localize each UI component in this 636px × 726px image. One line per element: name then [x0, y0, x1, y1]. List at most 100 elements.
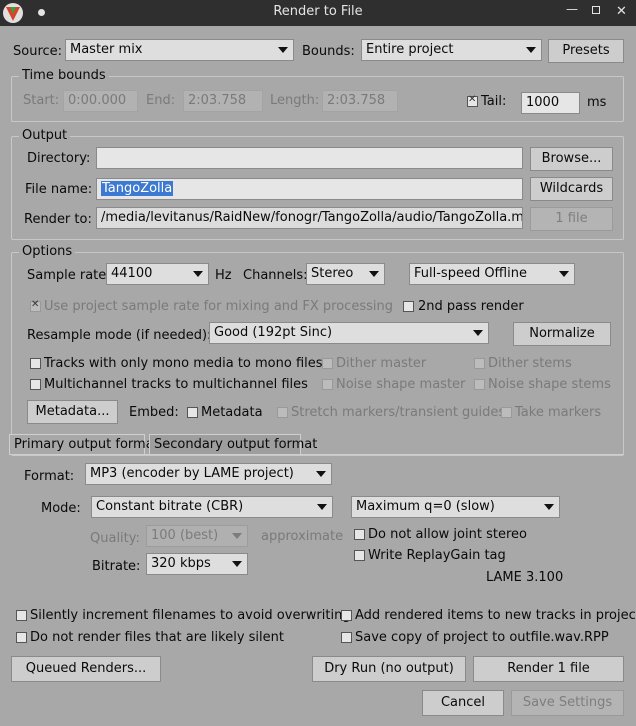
source-label: Source: [13, 44, 63, 59]
dither-master-checkbox[interactable] [322, 358, 333, 369]
channels-select[interactable]: Stereo [306, 263, 385, 285]
joint-stereo-checkbox[interactable] [354, 529, 365, 540]
source-select[interactable]: Master mix [65, 39, 294, 61]
chevron-down-icon [473, 330, 483, 336]
wildcards-button[interactable]: Wildcards [530, 177, 613, 201]
directory-field[interactable] [96, 147, 523, 169]
dither-master-label: Dither master [336, 356, 427, 371]
length-label: Length: [270, 93, 320, 108]
chevron-down-icon [316, 471, 326, 477]
bitrate-value: 320 kbps [151, 556, 211, 571]
chevron-down-icon [317, 504, 327, 510]
tab-divider [9, 454, 624, 455]
bitrate-select[interactable]: 320 kbps [146, 553, 248, 575]
quality-preset-select[interactable]: Maximum q=0 (slow) [351, 496, 560, 518]
tail-checkbox[interactable] [467, 94, 478, 107]
mode-label: Mode: [41, 501, 81, 516]
multichannel-checkbox[interactable] [30, 379, 41, 390]
source-value: Master mix [70, 42, 143, 57]
dry-run-button[interactable]: Dry Run (no output) [312, 656, 466, 682]
end-field[interactable]: 2:03.758 [183, 90, 263, 112]
chevron-down-icon [544, 504, 554, 510]
close-icon[interactable]: ✕ [616, 4, 627, 19]
joint-stereo-label: Do not allow joint stereo [368, 527, 527, 542]
multichannel-label: Multichannel tracks to multichannel file… [44, 377, 308, 392]
files-button[interactable]: 1 file [530, 207, 613, 231]
embed-stretch-checkbox[interactable] [277, 407, 288, 418]
silently-increment-label: Silently increment filenames to avoid ov… [30, 608, 351, 623]
channels-label: Channels: [243, 268, 308, 283]
second-pass-checkbox[interactable] [403, 301, 414, 312]
tail-field[interactable]: 1000 [521, 92, 580, 114]
approximate-label: approximate [261, 529, 344, 544]
normalize-button[interactable]: Normalize [513, 322, 611, 346]
tab-primary-output[interactable]: Primary output format [9, 434, 159, 454]
mode-value: Constant bitrate (CBR) [96, 499, 244, 514]
embed-metadata-checkbox[interactable] [187, 407, 198, 418]
filename-field[interactable]: TangoZolla [96, 178, 523, 200]
filename-label: File name: [25, 182, 93, 197]
render-speed-select[interactable]: Full-speed Offline [409, 263, 575, 285]
noise-master-checkbox[interactable] [322, 379, 333, 390]
render-speed-value: Full-speed Offline [414, 266, 527, 281]
quality-value: 100 (best) [151, 528, 219, 543]
sample-rate-value: 44100 [111, 266, 153, 281]
mono-tracks-checkbox[interactable] [30, 358, 41, 369]
lame-version: LAME 3.100 [486, 570, 564, 585]
tail-unit: ms [587, 95, 607, 110]
metadata-button[interactable]: Metadata... [27, 400, 118, 424]
output-title: Output [19, 128, 71, 143]
browse-button[interactable]: Browse... [530, 147, 613, 171]
noise-stems-label: Noise shape stems [488, 377, 611, 392]
options-title: Options [19, 244, 76, 259]
quality-preset-value: Maximum q=0 (slow) [356, 499, 495, 514]
chevron-down-icon [232, 533, 242, 539]
add-rendered-label: Add rendered items to new tracks in proj… [355, 608, 636, 623]
save-copy-checkbox[interactable] [341, 632, 352, 643]
second-pass-label: 2nd pass render [418, 299, 524, 314]
title-bar: Render to File — ✕ [0, 0, 636, 26]
chevron-down-icon [193, 271, 203, 277]
cancel-button[interactable]: Cancel [422, 690, 504, 716]
use-project-rate-label: Use project sample rate for mixing and F… [44, 299, 393, 314]
embed-take-checkbox[interactable] [501, 407, 512, 418]
silently-increment-checkbox[interactable] [16, 610, 27, 621]
noise-stems-checkbox[interactable] [474, 379, 485, 390]
length-field[interactable]: 2:03.758 [322, 90, 398, 112]
render-to-field: /media/levitanus/RaidNew/fonogr/TangoZol… [96, 207, 523, 229]
render-button[interactable]: Render 1 file [473, 656, 624, 682]
dither-stems-checkbox[interactable] [474, 358, 485, 369]
mode-select[interactable]: Constant bitrate (CBR) [91, 496, 333, 518]
dither-stems-label: Dither stems [488, 356, 572, 371]
render-dialog: Source: Master mix Bounds: Entire projec… [0, 26, 636, 726]
presets-button[interactable]: Presets [548, 39, 624, 63]
queued-renders-button[interactable]: Queued Renders... [11, 656, 161, 682]
resample-select[interactable]: Good (192pt Sinc) [209, 322, 489, 344]
render-to-label: Render to: [24, 212, 92, 227]
chevron-down-icon [232, 561, 242, 567]
embed-take-label: Take markers [515, 405, 602, 420]
directory-label: Directory: [27, 151, 91, 166]
bounds-select[interactable]: Entire project [361, 39, 542, 61]
chevron-down-icon [278, 47, 288, 53]
hz-label: Hz [215, 268, 232, 283]
no-silent-checkbox[interactable] [16, 632, 27, 643]
tab-secondary-output[interactable]: Secondary output format [149, 434, 317, 454]
save-settings-button[interactable]: Save Settings [511, 690, 624, 716]
start-field[interactable]: 0:00.000 [63, 90, 138, 112]
time-bounds-title: Time bounds [19, 68, 109, 83]
minimize-icon[interactable]: — [566, 2, 578, 16]
maximize-icon[interactable] [592, 6, 600, 14]
replaygain-checkbox[interactable] [354, 550, 365, 561]
add-rendered-checkbox[interactable] [341, 610, 352, 621]
sample-rate-select[interactable]: 44100 [106, 263, 209, 285]
quality-select[interactable]: 100 (best) [146, 525, 248, 547]
format-select[interactable]: MP3 (encoder by LAME project) [85, 463, 332, 485]
chevron-down-icon [526, 47, 536, 53]
use-project-rate-checkbox[interactable] [30, 299, 41, 312]
quality-label: Quality: [90, 531, 140, 546]
chevron-down-icon [559, 271, 569, 277]
resample-label: Resample mode (if needed): [27, 328, 212, 343]
tail-label: Tail: [481, 94, 507, 109]
format-value: MP3 (encoder by LAME project) [90, 466, 294, 481]
